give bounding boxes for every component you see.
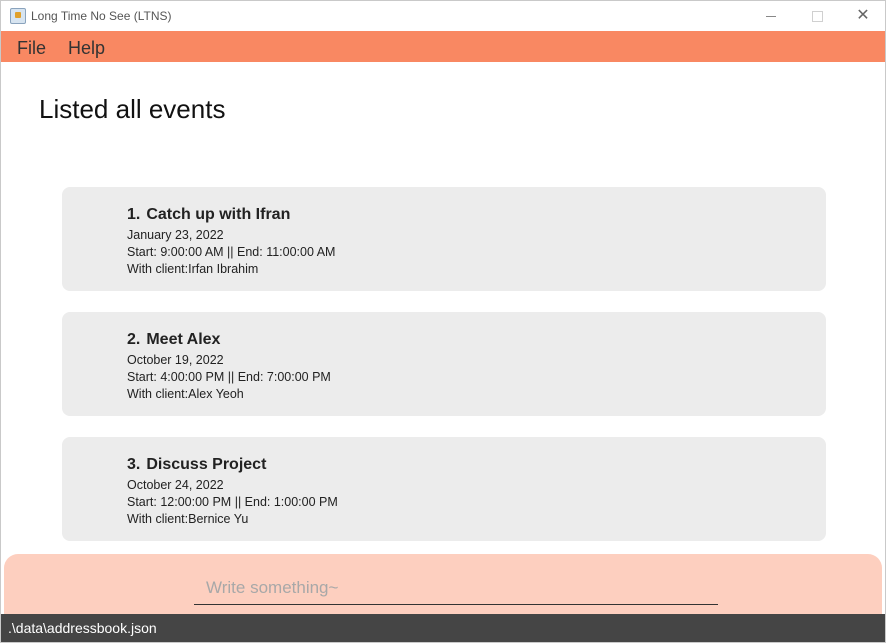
close-button[interactable]: ✕ bbox=[840, 1, 885, 31]
menu-help[interactable]: Help bbox=[60, 31, 113, 62]
event-card[interactable]: 2. Meet Alex October 19, 2022 Start: 4:00… bbox=[62, 312, 826, 416]
maximize-button[interactable] bbox=[794, 1, 840, 31]
event-time: Start: 4:00:00 PM || End: 7:00:00 PM bbox=[127, 370, 331, 384]
status-bar: .\data\addressbook.json bbox=[1, 614, 885, 642]
command-box bbox=[4, 554, 882, 616]
event-time: Start: 9:00:00 AM || End: 11:00:00 AM bbox=[127, 245, 336, 259]
event-title: 1. Catch up with Ifran bbox=[127, 206, 290, 224]
app-icon bbox=[10, 8, 26, 24]
app-window: Long Time No See (LTNS) ✕ File Help List… bbox=[0, 0, 886, 643]
minimize-button[interactable] bbox=[748, 1, 794, 31]
event-card[interactable]: 1. Catch up with Ifran January 23, 2022 S… bbox=[62, 187, 826, 291]
event-name: Catch up with Ifran bbox=[146, 206, 291, 223]
result-display: Listed all events bbox=[39, 94, 226, 124]
event-name: Discuss Project bbox=[146, 456, 267, 473]
command-input[interactable] bbox=[194, 572, 718, 605]
event-name: Meet Alex bbox=[146, 331, 221, 348]
menu-file[interactable]: File bbox=[9, 31, 54, 62]
minimize-icon bbox=[766, 15, 776, 17]
save-location: .\data\addressbook.json bbox=[8, 620, 157, 636]
event-client: With client:Irfan Ibrahim bbox=[127, 262, 259, 276]
event-date: October 24, 2022 bbox=[127, 478, 224, 492]
close-icon: ✕ bbox=[856, 7, 870, 24]
title-bar[interactable]: Long Time No See (LTNS) ✕ bbox=[1, 1, 885, 31]
window-title: Long Time No See (LTNS) bbox=[31, 9, 172, 23]
event-card[interactable]: 3. Discuss Project October 24, 2022 Start… bbox=[62, 437, 826, 541]
event-title: 3. Discuss Project bbox=[127, 456, 266, 474]
event-list[interactable]: 1. Catch up with Ifran January 23, 2022 S… bbox=[62, 187, 826, 562]
event-client: With client:Bernice Yu bbox=[127, 512, 249, 526]
event-client: With client:Alex Yeoh bbox=[127, 387, 244, 401]
event-date: January 23, 2022 bbox=[127, 228, 224, 242]
event-time: Start: 12:00:00 PM || End: 1:00:00 PM bbox=[127, 495, 338, 509]
maximize-icon bbox=[811, 10, 823, 22]
event-date: October 19, 2022 bbox=[127, 353, 224, 367]
menu-bar: File Help bbox=[1, 31, 885, 62]
event-index: 3. bbox=[127, 456, 141, 473]
event-index: 1. bbox=[127, 206, 141, 223]
event-index: 2. bbox=[127, 331, 141, 348]
event-title: 2. Meet Alex bbox=[127, 331, 220, 349]
